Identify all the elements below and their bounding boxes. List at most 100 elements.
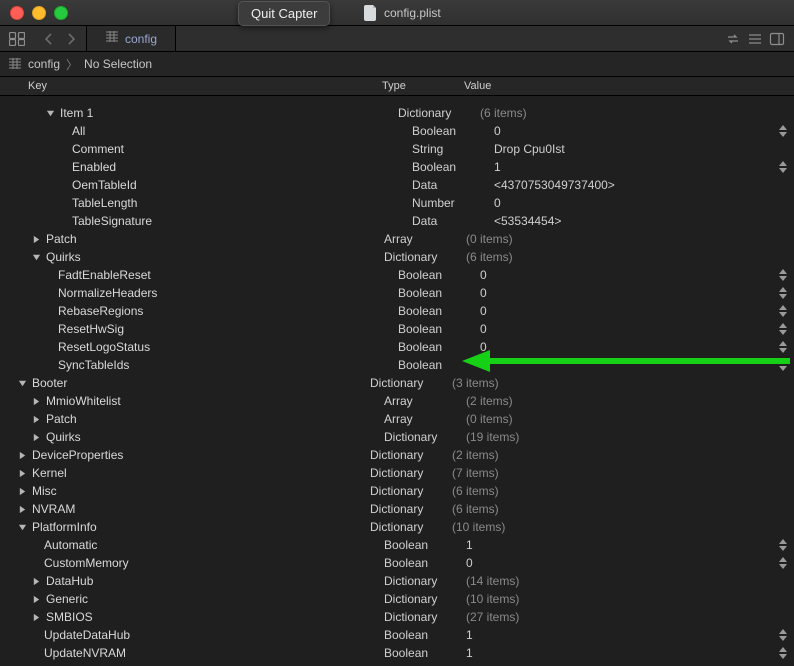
plist-row[interactable]: CustomMemoryBoolean0 [0,554,794,572]
disclosure-closed-icon[interactable] [30,395,42,407]
plist-type[interactable]: Dictionary [384,250,466,264]
plist-row[interactable]: UpdateNVRAMBoolean1 [0,644,794,662]
plist-value[interactable]: (27 items) [466,610,794,624]
nav-back-button[interactable] [40,26,58,51]
editor-tab-config[interactable]: config [86,26,176,51]
plist-type[interactable]: Dictionary [384,592,466,606]
plist-type[interactable]: Dictionary [370,376,452,390]
plist-row[interactable]: ResetHwSigBoolean0 [0,320,794,338]
plist-type[interactable]: Data [412,214,494,228]
plist-value[interactable]: 1 [466,646,794,660]
disclosure-closed-icon[interactable] [30,431,42,443]
plist-row[interactable]: NormalizeHeadersBoolean0 [0,284,794,302]
plist-row[interactable]: RebaseRegionsBoolean0 [0,302,794,320]
plist-value[interactable]: 0 [494,124,794,138]
plist-value[interactable]: (6 items) [480,106,794,120]
plist-row[interactable]: DataHubDictionary(14 items) [0,572,794,590]
plist-row[interactable]: PlatformInfoDictionary(10 items) [0,518,794,536]
plist-value[interactable]: 0 [480,286,794,300]
plist-type[interactable]: Boolean [384,646,466,660]
minimize-window-button[interactable] [32,6,46,20]
value-stepper[interactable] [778,646,788,660]
plist-type[interactable]: Dictionary [384,574,466,588]
plist-type[interactable]: Boolean [384,628,466,642]
plist-type[interactable]: Boolean [398,286,480,300]
plist-row[interactable]: MmioWhitelistArray(2 items) [0,392,794,410]
plist-type[interactable]: Dictionary [398,106,480,120]
plist-value[interactable]: (7 items) [452,466,794,480]
plist-type[interactable]: Dictionary [384,610,466,624]
plist-type[interactable]: Dictionary [370,520,452,534]
value-stepper[interactable] [778,286,788,300]
disclosure-closed-icon[interactable] [30,575,42,587]
plist-type[interactable]: Data [412,178,494,192]
plist-row[interactable]: SMBIOSDictionary(27 items) [0,608,794,626]
column-type[interactable]: Type [382,80,464,92]
toolbar-inspector-icon[interactable] [766,26,788,51]
plist-value[interactable]: Drop Cpu0Ist [494,142,794,156]
plist-type[interactable]: Array [384,394,466,408]
value-stepper[interactable] [778,358,788,372]
plist-row[interactable]: TableSignatureData<53534454> [0,212,794,230]
value-stepper[interactable] [778,538,788,552]
window-tab[interactable]: config.plist [350,0,455,25]
column-key[interactable]: Key [0,80,382,92]
plist-value[interactable]: 0 [480,304,794,318]
plist-type[interactable]: Boolean [384,556,466,570]
plist-value[interactable]: (14 items) [466,574,794,588]
disclosure-closed-icon[interactable] [30,413,42,425]
plist-value[interactable]: (10 items) [466,592,794,606]
disclosure-open-icon[interactable] [16,521,28,533]
disclosure-closed-icon[interactable] [30,593,42,605]
plist-value[interactable]: (10 items) [452,520,794,534]
plist-row[interactable]: MiscDictionary(6 items) [0,482,794,500]
plist-type[interactable]: Boolean [398,268,480,282]
value-stepper[interactable] [778,340,788,354]
plist-value[interactable]: (2 items) [466,394,794,408]
plist-value[interactable]: (2 items) [452,448,794,462]
value-stepper[interactable] [778,268,788,282]
disclosure-closed-icon[interactable] [16,503,28,515]
plist-row[interactable]: DevicePropertiesDictionary(2 items) [0,446,794,464]
plist-row[interactable]: QuirksDictionary(6 items) [0,248,794,266]
plist-value[interactable]: 0 [480,322,794,336]
plist-value[interactable]: <4370753049737400> [494,178,794,192]
plist-row[interactable]: KernelDictionary(7 items) [0,464,794,482]
plist-type[interactable]: Dictionary [370,466,452,480]
value-stepper[interactable] [778,322,788,336]
plist-value[interactable]: 1 [494,160,794,174]
breadcrumb-file[interactable]: config [28,57,60,71]
plist-row[interactable]: Item 1Dictionary(6 items) [0,104,794,122]
value-stepper[interactable] [778,124,788,138]
plist-value[interactable]: (6 items) [466,250,794,264]
plist-type[interactable]: Array [384,232,466,246]
plist-row[interactable]: NVRAMDictionary(6 items) [0,500,794,518]
plist-row[interactable]: CommentStringDrop Cpu0Ist [0,140,794,158]
plist-type[interactable]: Boolean [412,160,494,174]
plist-row[interactable]: PatchArray(0 items) [0,230,794,248]
plist-value[interactable]: (3 items) [452,376,794,390]
disclosure-closed-icon[interactable] [16,449,28,461]
sidebar-layout-icon[interactable] [6,26,28,51]
disclosure-open-icon[interactable] [44,107,56,119]
plist-type[interactable]: Boolean [398,304,480,318]
plist-type[interactable]: Boolean [398,340,480,354]
column-value[interactable]: Value [464,80,794,92]
plist-value[interactable]: 1 [466,538,794,552]
plist-type[interactable]: Dictionary [370,484,452,498]
disclosure-closed-icon[interactable] [30,611,42,623]
disclosure-closed-icon[interactable] [16,485,28,497]
plist-row[interactable]: TableLengthNumber0 [0,194,794,212]
plist-value[interactable]: 0 [466,556,794,570]
plist-type[interactable]: Dictionary [370,502,452,516]
plist-type[interactable]: String [412,142,494,156]
plist-row[interactable]: BooterDictionary(3 items) [0,374,794,392]
disclosure-open-icon[interactable] [30,251,42,263]
plist-type[interactable]: Dictionary [370,448,452,462]
plist-value[interactable]: 0 [480,358,794,372]
plist-value[interactable]: (6 items) [452,502,794,516]
disclosure-closed-icon[interactable] [30,233,42,245]
plist-type[interactable]: Boolean [384,538,466,552]
plist-value[interactable]: 0 [494,196,794,210]
zoom-window-button[interactable] [54,6,68,20]
